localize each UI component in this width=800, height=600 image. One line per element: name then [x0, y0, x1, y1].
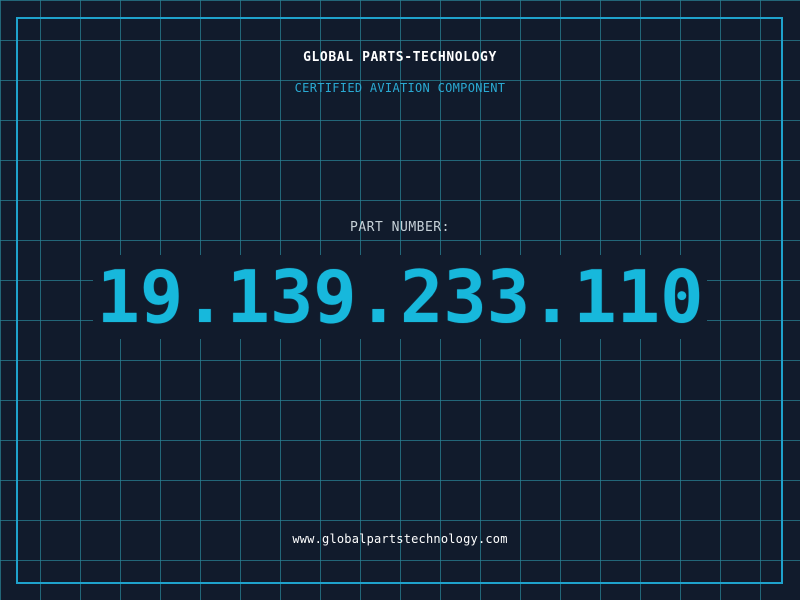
part-label-card: GLOBAL PARTS-TECHNOLOGY CERTIFIED AVIATI…: [0, 0, 800, 600]
certification-subtitle: CERTIFIED AVIATION COMPONENT: [294, 81, 506, 95]
company-name: GLOBAL PARTS-TECHNOLOGY: [303, 50, 497, 65]
part-number-label: PART NUMBER:: [350, 220, 450, 235]
website-url: www.globalpartstechnology.com: [292, 532, 508, 546]
part-number-value: 19.139.233.110: [92, 255, 708, 339]
part-number-container: 19.139.233.110: [0, 255, 800, 339]
